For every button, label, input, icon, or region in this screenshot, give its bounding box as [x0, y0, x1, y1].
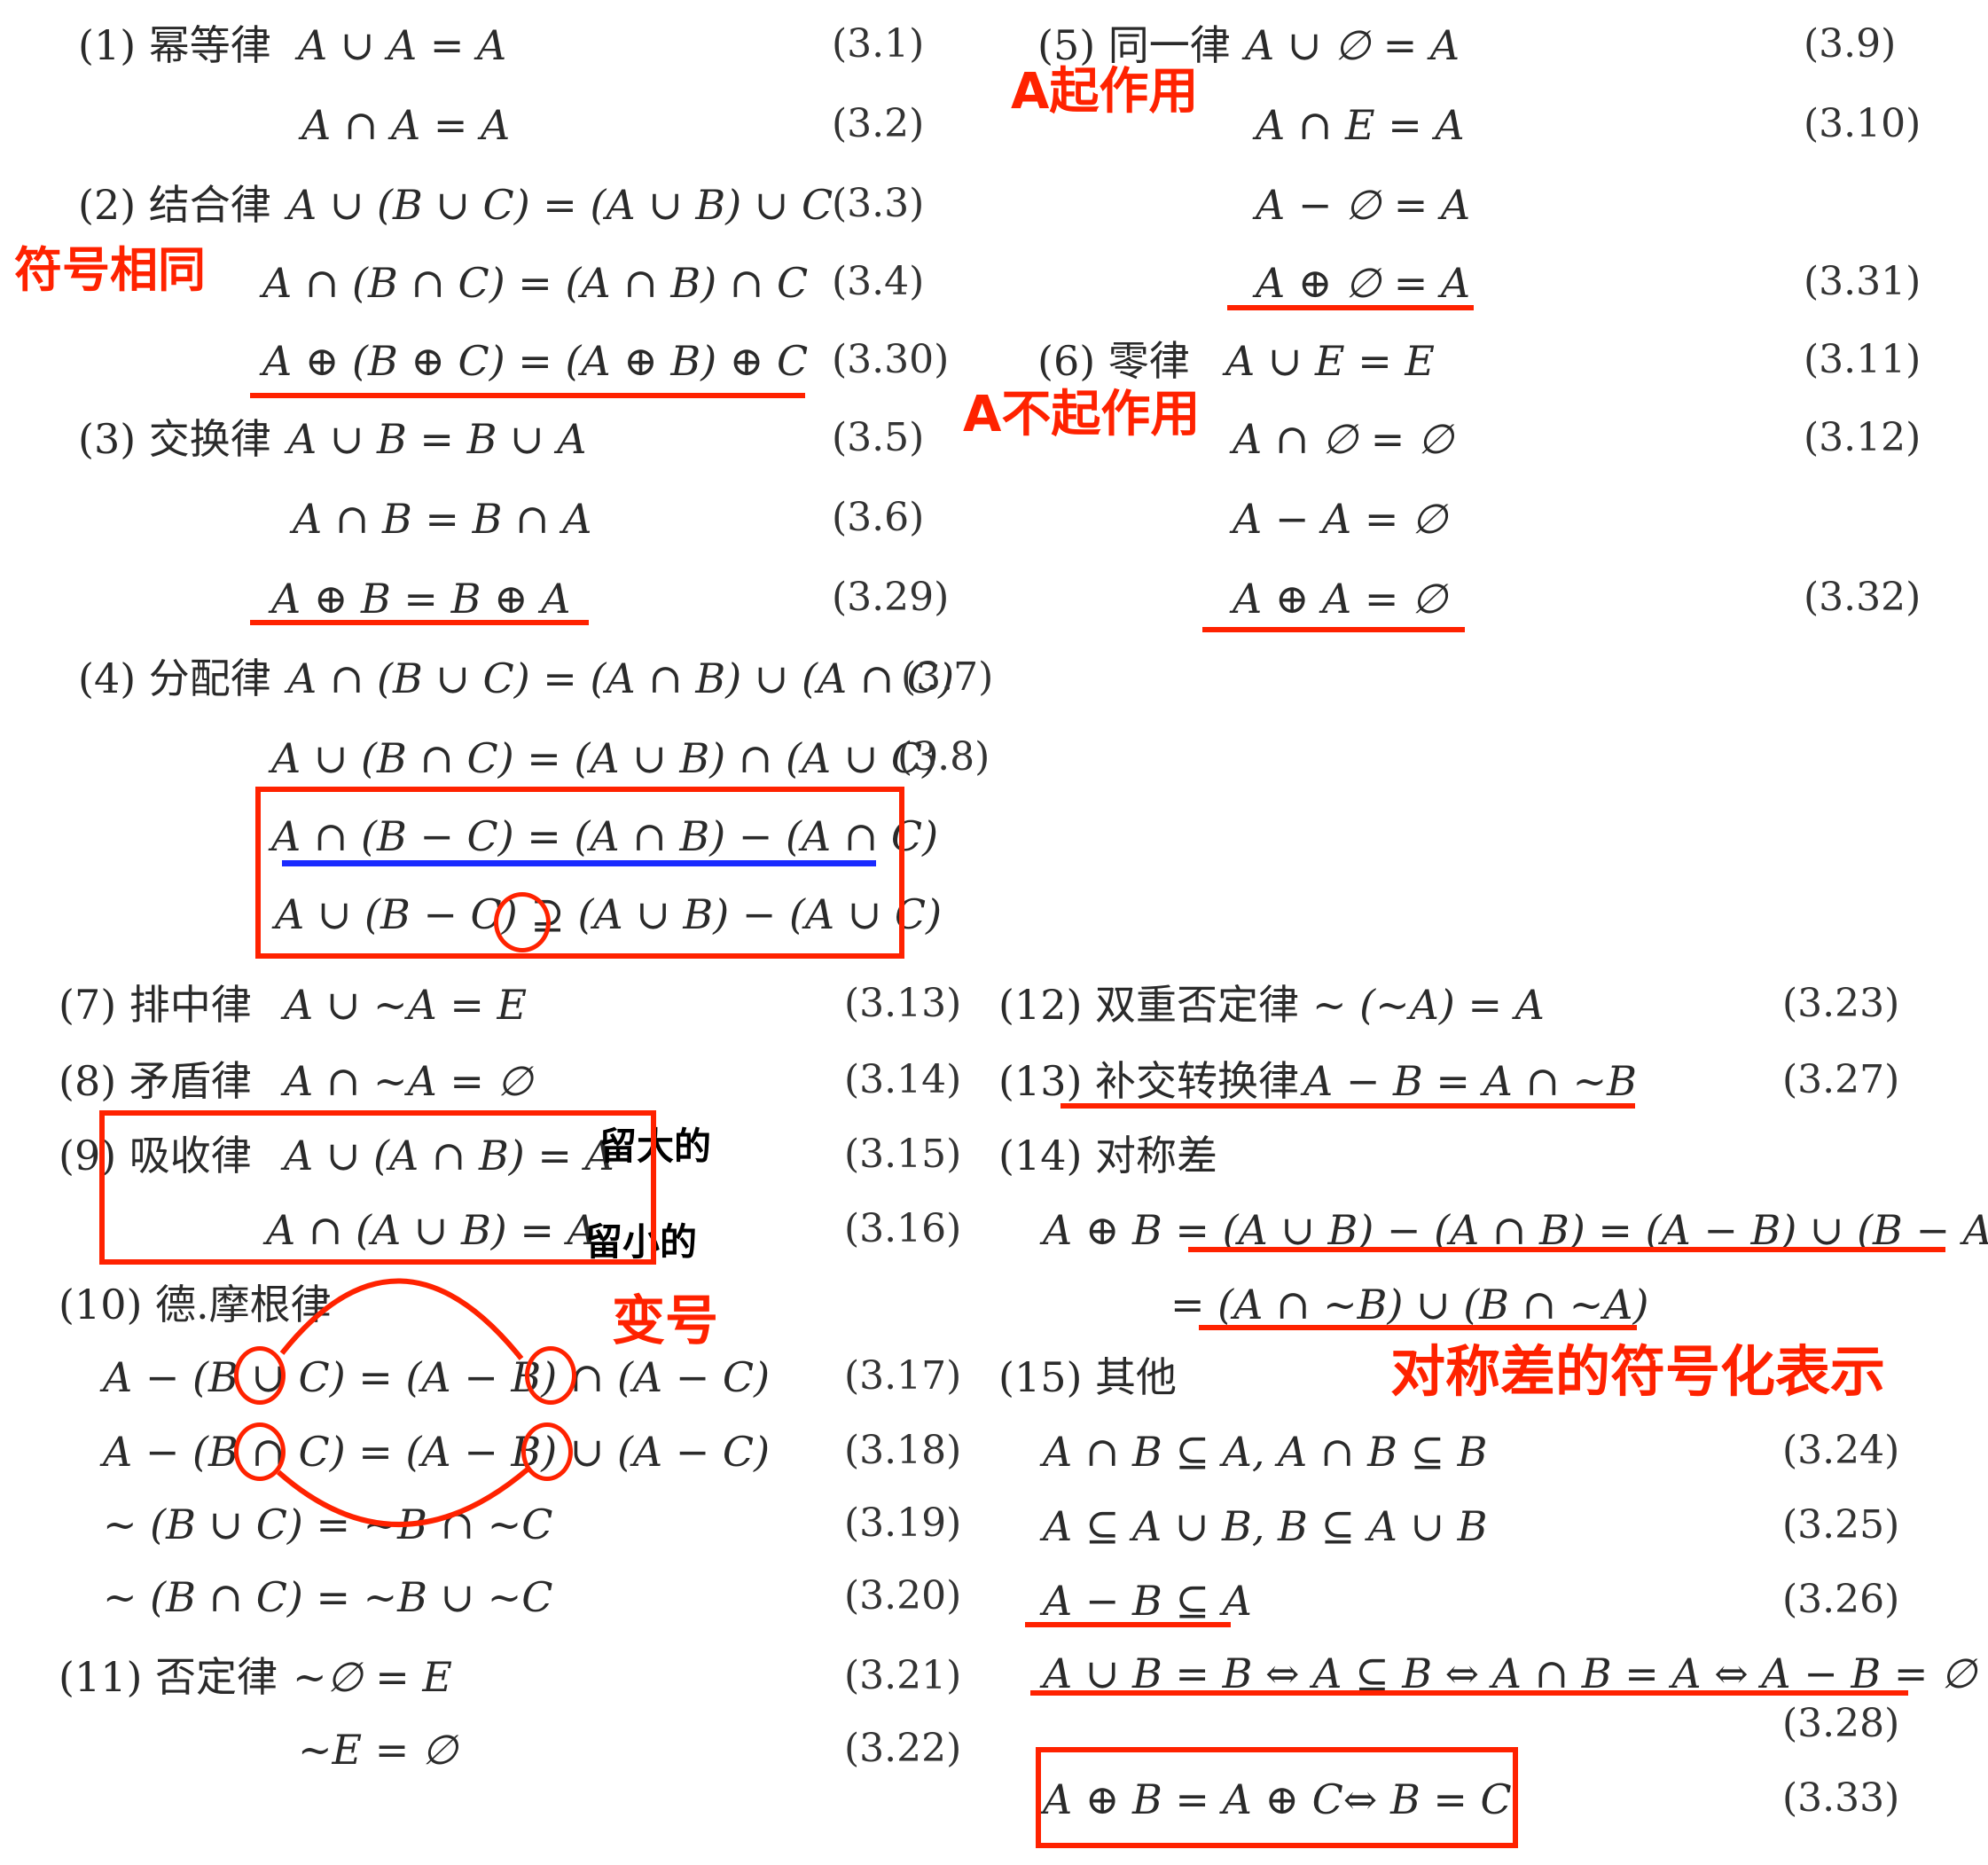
formula-sym-diff-1: A ⊕ B = (A ∪ B) − (A ∩ B) = (A − B) ∪ (B…	[1043, 1206, 1988, 1254]
law-13-label: (13) 补交转换律	[998, 1057, 1300, 1105]
underline-3-27	[1061, 1103, 1635, 1109]
arc-bottom	[277, 1466, 530, 1527]
formula-3-26: A − B ⊆ A	[1043, 1577, 1252, 1625]
law-14-label: (14) 对称差	[998, 1132, 1218, 1179]
eq-number-3-21: (3.21)	[844, 1653, 962, 1698]
law-15-label: (15) 其他	[998, 1353, 1178, 1401]
law-12-label: (12) 双重否定律	[998, 981, 1300, 1029]
formula-3-27: A − B = A ∩ ~B	[1303, 1057, 1637, 1105]
eq-number-3-28: (3.28)	[1782, 1701, 1900, 1746]
arc-top	[279, 1278, 524, 1360]
formula-sym-diff-2: = (A ∩ ~B) ∪ (B ∩ ~A)	[1170, 1281, 1649, 1328]
de-morgan-arcs	[277, 1278, 530, 1527]
eq-number-3-26: (3.26)	[1782, 1577, 1900, 1622]
formula-3-24: A ∩ B ⊆ A, A ∩ B ⊆ B	[1043, 1428, 1488, 1476]
formula-3-23: ~ (~A) = A	[1312, 981, 1545, 1029]
underline-3-26	[1025, 1622, 1231, 1627]
formula-3-22: ~E = ∅	[298, 1726, 458, 1774]
annotation-sym-diff: 对称差的符号化表示	[1390, 1339, 1886, 1404]
underline-3-28	[1030, 1690, 1908, 1696]
law-11-label: (11) 否定律	[59, 1653, 278, 1701]
underline-sym-diff-1	[1188, 1247, 1945, 1252]
eq-number-3-24: (3.24)	[1782, 1428, 1900, 1473]
eq-number-3-23: (3.23)	[1782, 981, 1900, 1026]
underline-sym-diff-2	[1199, 1325, 1637, 1330]
set-laws-page: (1) 幂等律 A ∪ A = A (3.1) A ∩ A = A (3.2) …	[0, 0, 1988, 1865]
box-3-33	[1036, 1747, 1518, 1848]
formula-3-25: A ⊆ A ∪ B, B ⊆ A ∪ B	[1043, 1502, 1488, 1550]
eq-number-3-27: (3.27)	[1782, 1057, 1900, 1102]
formula-3-21: ~∅ = E	[293, 1653, 452, 1701]
eq-number-3-33: (3.33)	[1782, 1775, 1900, 1821]
formula-3-28: A ∪ B = B ⇔ A ⊆ B ⇔ A ∩ B = A ⇔ A − B = …	[1043, 1650, 1977, 1697]
eq-number-3-22: (3.22)	[844, 1726, 962, 1771]
eq-number-3-25: (3.25)	[1782, 1502, 1900, 1548]
